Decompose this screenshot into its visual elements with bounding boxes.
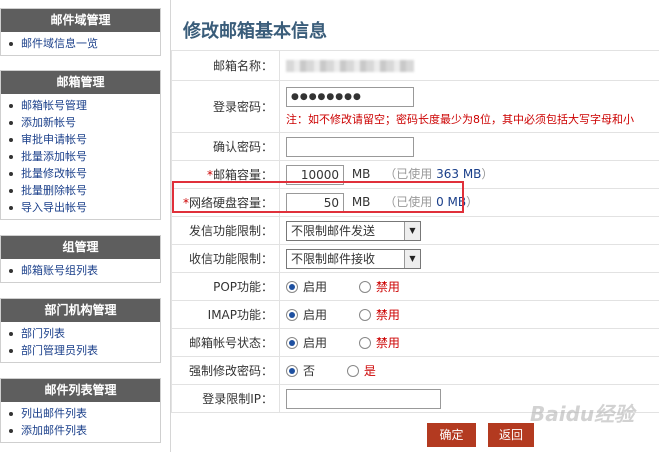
confirm-password-input[interactable] — [286, 136, 414, 157]
sidebar-item-group-list[interactable]: 邮箱账号组列表 — [9, 262, 160, 279]
account-enable-label: 启用 — [303, 336, 328, 350]
sidebar-item-account-manage[interactable]: 邮箱帐号管理 — [9, 97, 160, 114]
pop-disable-label: 禁用 — [375, 280, 400, 294]
force-change-yes-radio[interactable] — [346, 364, 359, 377]
chevron-down-icon[interactable]: ▼ — [404, 221, 420, 240]
force-change-label: 强制修改密码： — [171, 356, 280, 385]
password-input[interactable]: ●●●●●●●● — [286, 86, 414, 107]
mailbox-name-label: 邮箱名称： — [171, 50, 280, 81]
sidebar-item-list-maillists[interactable]: 列出邮件列表 — [9, 405, 160, 422]
disk-quota-label: *网络硬盘容量： — [171, 188, 280, 217]
sidebar-section-title: 邮件域管理 — [1, 9, 160, 32]
sidebar-section-title: 组管理 — [1, 236, 160, 259]
account-disable-radio[interactable] — [358, 336, 371, 349]
force-change-no-label: 否 — [303, 364, 316, 378]
sidebar-item-batch-edit[interactable]: 批量修改帐号 — [9, 165, 160, 182]
chevron-down-icon[interactable]: ▼ — [404, 249, 420, 268]
sidebar-section-title: 邮件列表管理 — [1, 379, 160, 402]
mailbox-form: 邮箱名称： 登录密码： ●●●●●●●● 注：如不修改请留空；密码长度最少为8位… — [171, 50, 659, 413]
confirm-button[interactable]: 确定 — [427, 423, 476, 447]
pop-enable-label: 启用 — [303, 280, 328, 294]
imap-disable-radio[interactable] — [358, 308, 371, 321]
sidebar-section-mailbox: 邮箱管理 邮箱帐号管理 添加新帐号 审批申请帐号 批量添加帐号 批量修改帐号 批… — [0, 70, 161, 220]
pop-disable-radio[interactable] — [358, 280, 371, 293]
send-limit-label: 发信功能限制： — [171, 216, 280, 245]
login-ip-input[interactable] — [286, 388, 441, 409]
login-ip-label: 登录限制IP： — [171, 384, 280, 413]
mailbox-quota-label: *邮箱容量： — [171, 160, 280, 189]
sidebar-section-title: 部门机构管理 — [1, 299, 160, 322]
password-note: 注：如不修改请留空；密码长度最少为8位，其中必须包括大写字母和小 — [286, 112, 634, 126]
sidebar-section-maillist: 邮件列表管理 列出邮件列表 添加邮件列表 — [0, 378, 161, 443]
imap-enable-radio[interactable] — [286, 308, 298, 321]
disk-quota-unit: MB — [351, 195, 371, 209]
sidebar-item-batch-delete[interactable]: 批量删除帐号 — [9, 182, 160, 199]
mailbox-quota-used: （已使用 363 MB） — [384, 167, 494, 181]
mailbox-name-value — [286, 60, 414, 72]
imap-label: IMAP功能： — [171, 300, 280, 329]
sidebar-section-department: 部门机构管理 部门列表 部门管理员列表 — [0, 298, 161, 363]
mailbox-quota-input[interactable]: 10000 — [286, 164, 344, 185]
sidebar-item-import-export[interactable]: 导入导出帐号 — [9, 199, 160, 216]
account-enable-radio[interactable] — [286, 336, 298, 349]
page-title: 修改邮箱基本信息 — [183, 21, 327, 42]
force-change-no-radio[interactable] — [286, 364, 298, 377]
force-change-yes-label: 是 — [363, 364, 376, 378]
pop-enable-radio[interactable] — [286, 280, 298, 293]
sidebar-item-department-list[interactable]: 部门列表 — [9, 325, 160, 342]
mailbox-quota-unit: MB — [351, 167, 371, 181]
imap-disable-label: 禁用 — [375, 308, 400, 322]
send-limit-select[interactable]: 不限制邮件发送 ▼ — [286, 220, 421, 241]
sidebar-section-group: 组管理 邮箱账号组列表 — [0, 235, 161, 283]
pop-label: POP功能： — [171, 272, 280, 301]
password-label: 登录密码： — [171, 80, 280, 133]
sidebar-item-add-account[interactable]: 添加新帐号 — [9, 114, 160, 131]
sidebar-item-add-maillist[interactable]: 添加邮件列表 — [9, 422, 160, 439]
sidebar-item-approve-account[interactable]: 审批申请帐号 — [9, 131, 160, 148]
sidebar-section-domain: 邮件域管理 邮件域信息一览 — [0, 8, 161, 56]
account-disable-label: 禁用 — [375, 336, 400, 350]
receive-limit-select[interactable]: 不限制邮件接收 ▼ — [286, 248, 421, 269]
main-panel: 修改邮箱基本信息 邮箱名称： 登录密码： ●●●●●●●● 注：如不修改请留空；… — [170, 0, 659, 452]
confirm-password-label: 确认密码： — [171, 132, 280, 161]
watermark: Baidu经验 — [530, 402, 635, 426]
disk-quota-used: （已使用 0 MB） — [384, 195, 479, 209]
sidebar: 邮件域管理 邮件域信息一览 邮箱管理 邮箱帐号管理 添加新帐号 审批申请帐号 批… — [0, 0, 161, 452]
sidebar-item-department-admins[interactable]: 部门管理员列表 — [9, 342, 160, 359]
sidebar-section-title: 邮箱管理 — [1, 71, 160, 94]
sidebar-item-domain-info[interactable]: 邮件域信息一览 — [9, 35, 160, 52]
back-button[interactable]: 返回 — [488, 423, 534, 447]
receive-limit-label: 收信功能限制： — [171, 244, 280, 273]
disk-quota-input[interactable]: 50 — [286, 192, 344, 213]
sidebar-item-batch-add[interactable]: 批量添加帐号 — [9, 148, 160, 165]
imap-enable-label: 启用 — [303, 308, 328, 322]
account-status-label: 邮箱帐号状态： — [171, 328, 280, 357]
